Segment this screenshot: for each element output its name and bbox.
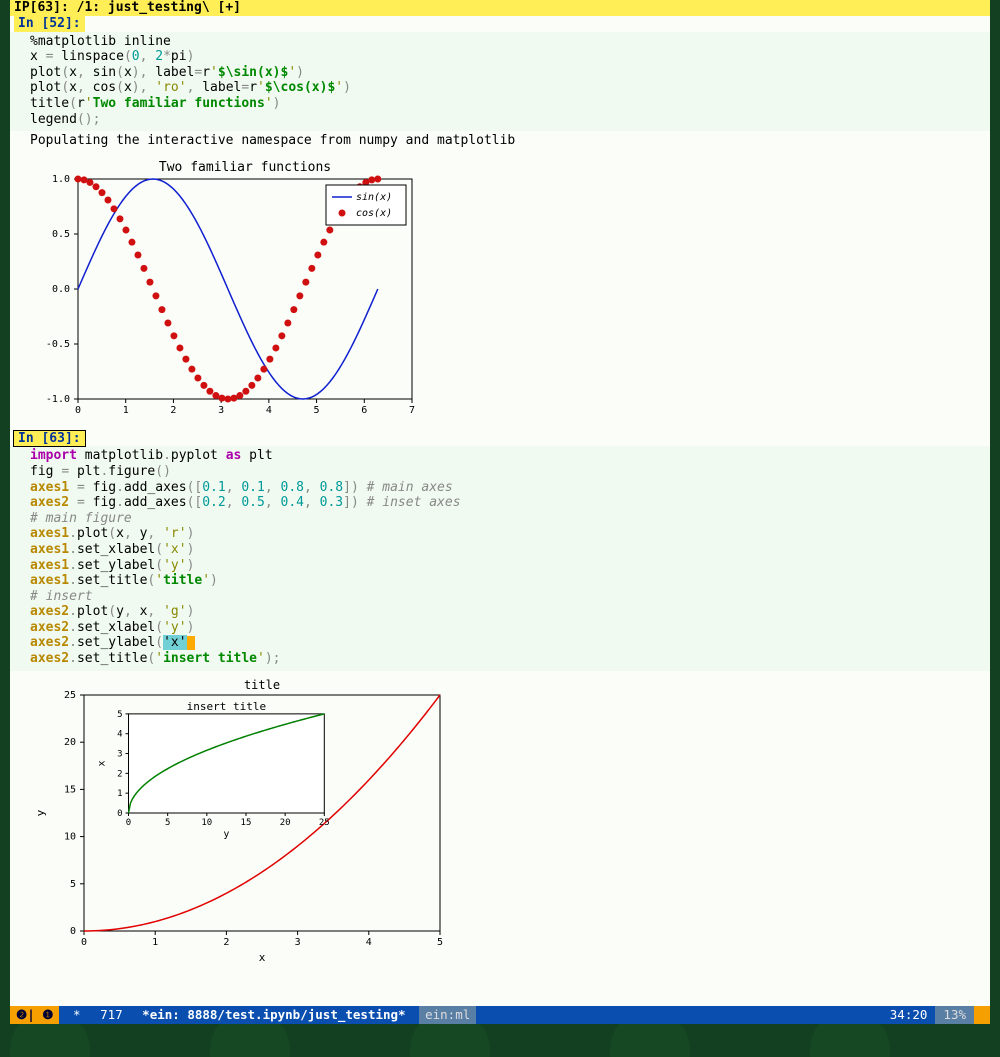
svg-text:20: 20 xyxy=(64,737,76,748)
status-end-block xyxy=(974,1006,990,1024)
cell-2-code[interactable]: import matplotlib.pyplot as pltfig = plt… xyxy=(10,446,990,670)
svg-text:4: 4 xyxy=(366,937,372,948)
status-buffer-name: *ein: 8888/test.ipynb/just_testing* xyxy=(136,1006,411,1024)
svg-text:5: 5 xyxy=(165,818,170,828)
svg-text:-1.0: -1.0 xyxy=(46,394,70,405)
svg-text:cos(x): cos(x) xyxy=(356,208,392,219)
cell-1-output-text: Populating the interactive namespace fro… xyxy=(10,131,990,153)
cell-1-code[interactable]: %matplotlib inlinex = linspace(0, 2*pi)p… xyxy=(10,32,990,132)
svg-text:3: 3 xyxy=(117,749,122,759)
svg-text:0.5: 0.5 xyxy=(52,229,70,240)
svg-text:0: 0 xyxy=(81,937,87,948)
svg-text:2: 2 xyxy=(117,769,122,779)
svg-text:y: y xyxy=(34,809,47,816)
svg-text:20: 20 xyxy=(280,818,291,828)
svg-text:x: x xyxy=(259,951,266,964)
svg-text:3: 3 xyxy=(295,937,301,948)
svg-text:5: 5 xyxy=(70,878,76,889)
status-mode: ein:ml xyxy=(419,1006,476,1024)
svg-text:insert title: insert title xyxy=(187,700,266,713)
svg-text:7: 7 xyxy=(409,405,415,416)
svg-text:15: 15 xyxy=(241,818,252,828)
svg-text:sin(x): sin(x) xyxy=(356,192,392,203)
svg-text:10: 10 xyxy=(201,818,212,828)
svg-text:0: 0 xyxy=(126,818,131,828)
svg-text:1: 1 xyxy=(152,937,158,948)
cell-2-plot: 0 1 2 3 4 5 0 5 10 15 20 25 title x y 0 5 10 15 20 25 0 1 2 3 4 5 i… xyxy=(10,671,990,975)
svg-text:-0.5: -0.5 xyxy=(46,339,70,350)
svg-text:15: 15 xyxy=(64,784,76,795)
svg-text:25: 25 xyxy=(319,818,330,828)
svg-text:0: 0 xyxy=(70,926,76,937)
svg-text:0.0: 0.0 xyxy=(52,284,70,295)
svg-text:5: 5 xyxy=(314,405,320,416)
title-text: IP[63]: /1: just_testing\ [+] xyxy=(14,0,241,15)
svg-text:1: 1 xyxy=(123,405,129,416)
editor-content[interactable]: In [52]: %matplotlib inlinex = linspace(… xyxy=(10,16,990,1006)
svg-text:0: 0 xyxy=(75,405,81,416)
cell-1-plot: 0 1 2 3 4 5 6 7 -1.0 -0.5 0.0 0.5 1.0 Two familiar fu… xyxy=(10,153,990,431)
status-line: 717 xyxy=(94,1006,129,1024)
svg-text:2: 2 xyxy=(223,937,229,948)
svg-text:10: 10 xyxy=(64,831,76,842)
svg-text:25: 25 xyxy=(64,690,76,701)
cell-2[interactable]: In [63]: import matplotlib.pyplot as plt… xyxy=(10,431,990,975)
svg-text:0: 0 xyxy=(117,809,122,819)
svg-text:5: 5 xyxy=(117,710,122,720)
svg-text:4: 4 xyxy=(266,405,272,416)
svg-text:3: 3 xyxy=(218,405,224,416)
status-bar: ❷| ❶ * 717 *ein: 8888/test.ipynb/just_te… xyxy=(10,1006,990,1024)
title-bar: IP[63]: /1: just_testing\ [+] xyxy=(10,0,990,16)
svg-text:title: title xyxy=(244,678,280,692)
cell-2-prompt: In [63]: xyxy=(14,431,85,447)
svg-text:x: x xyxy=(97,760,108,766)
svg-text:4: 4 xyxy=(117,729,122,739)
svg-text:5: 5 xyxy=(437,937,443,948)
cell-1-prompt: In [52]: xyxy=(14,16,85,32)
status-modified: * xyxy=(67,1006,87,1024)
svg-text:Two familiar functions: Two familiar functions xyxy=(159,160,331,175)
editor-window: IP[63]: /1: just_testing\ [+] In [52]: %… xyxy=(10,0,990,1024)
svg-text:1.0: 1.0 xyxy=(52,174,70,185)
svg-text:6: 6 xyxy=(361,405,367,416)
status-pct: 13% xyxy=(935,1006,974,1024)
svg-text:1: 1 xyxy=(117,789,122,799)
svg-text:y: y xyxy=(223,829,229,840)
status-cursor-pos: 34:20 xyxy=(882,1006,936,1024)
cell-1[interactable]: In [52]: %matplotlib inlinex = linspace(… xyxy=(10,16,990,431)
status-indicator: ❷| ❶ xyxy=(10,1006,59,1024)
svg-text:2: 2 xyxy=(170,405,176,416)
